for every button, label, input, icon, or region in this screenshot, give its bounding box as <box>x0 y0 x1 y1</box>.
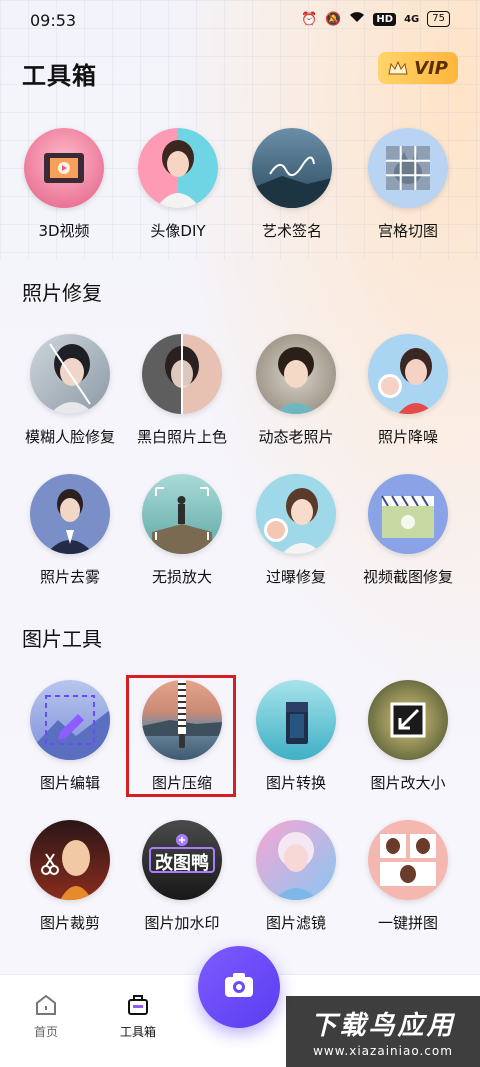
video-frame-icon <box>368 474 448 554</box>
tool-lossless-upscale[interactable]: 无损放大 <box>126 474 238 587</box>
old-photo-icon <box>256 334 336 414</box>
nav-toolbox[interactable]: 工具箱 <box>98 993 178 1040</box>
tool-label: 图片加水印 <box>144 914 220 932</box>
tool-label: 模糊人脸修复 <box>24 428 115 446</box>
tool-image-resize[interactable]: 图片改大小 <box>352 680 464 793</box>
film-3d-icon <box>24 128 104 208</box>
denoise-icon <box>368 334 448 414</box>
tool-art-signature[interactable]: 艺术签名 <box>236 128 348 241</box>
tool-label: 一键拼图 <box>377 914 438 932</box>
tool-label: 3D视频 <box>38 222 90 240</box>
tool-one-click-collage[interactable]: 一键拼图 <box>352 820 464 933</box>
watermark-add-icon: 改图鸭 <box>142 820 222 900</box>
tool-animate-old-photo[interactable]: 动态老照片 <box>240 334 352 447</box>
toolbox-icon <box>126 993 150 1017</box>
page-title: 工具箱 <box>22 62 97 90</box>
tool-label: 动态老照片 <box>258 428 334 446</box>
tool-label: 头像DIY <box>150 222 206 240</box>
crown-icon <box>388 61 408 75</box>
tool-3d-video[interactable]: 3D视频 <box>8 128 120 241</box>
tool-blur-face-repair[interactable]: 模糊人脸修复 <box>14 334 126 447</box>
tool-photo-denoise[interactable]: 照片降噪 <box>352 334 464 447</box>
edit-pencil-icon <box>30 680 110 760</box>
tool-label: 图片裁剪 <box>39 914 100 932</box>
tool-label: 无损放大 <box>151 568 212 586</box>
colorize-icon <box>142 334 222 414</box>
tool-image-convert[interactable]: 图片转换 <box>240 680 352 793</box>
signal-4g: 4G <box>404 13 420 25</box>
tool-label: 视频截图修复 <box>362 568 453 586</box>
upscale-icon <box>142 474 222 554</box>
tool-dehaze[interactable]: 照片去雾 <box>14 474 126 587</box>
grid-cut-icon <box>368 128 448 208</box>
selection-highlight-box <box>126 675 236 797</box>
watermark-title: 下载鸟应用 <box>310 1011 456 1041</box>
tool-image-crop[interactable]: 图片裁剪 <box>14 820 126 933</box>
tool-label: 艺术签名 <box>261 222 322 240</box>
tool-colorize-bw[interactable]: 黑白照片上色 <box>126 334 238 447</box>
collage-icon <box>368 820 448 900</box>
tool-label: 图片改大小 <box>370 774 446 792</box>
nav-label: 工具箱 <box>119 1025 156 1039</box>
exposure-icon <box>256 474 336 554</box>
nav-home[interactable]: 首页 <box>6 993 86 1040</box>
tool-grid-cut[interactable]: 宫格切图 <box>352 128 464 241</box>
camera-button[interactable] <box>198 946 280 1028</box>
vip-label: VIP <box>414 57 448 79</box>
dehaze-icon <box>30 474 110 554</box>
site-watermark: 下载鸟应用 www.xiazainiao.com <box>286 996 480 1067</box>
wifi-icon <box>349 11 365 27</box>
status-time: 09:53 <box>30 11 77 30</box>
avatar-portrait-icon <box>138 128 218 208</box>
tool-avatar-diy[interactable]: 头像DIY <box>122 128 234 241</box>
home-icon <box>34 993 58 1017</box>
tool-image-edit[interactable]: 图片编辑 <box>14 680 126 793</box>
convert-bottle-icon <box>256 680 336 760</box>
section-title-image-tools: 图片工具 <box>22 627 102 651</box>
mute-icon: 🔕 <box>325 11 342 27</box>
battery-indicator: 75 <box>427 11 450 27</box>
status-icons: ⏰ 🔕 HD 4G 75 <box>301 11 450 27</box>
tool-label: 照片降噪 <box>377 428 438 446</box>
tool-image-filter[interactable]: 图片滤镜 <box>240 820 352 933</box>
tool-label: 过曝修复 <box>265 568 326 586</box>
crop-scissors-icon <box>30 820 110 900</box>
status-bar: 09:53 ⏰ 🔕 HD 4G 75 <box>0 0 480 40</box>
tool-video-screenshot-fix[interactable]: 视频截图修复 <box>352 474 464 587</box>
watermark-overlay-text: 改图鸭 <box>155 853 209 874</box>
alarm-icon: ⏰ <box>301 11 318 27</box>
nav-label: 首页 <box>33 1025 58 1039</box>
resize-icon <box>368 680 448 760</box>
face-repair-icon <box>30 334 110 414</box>
tool-overexposure-fix[interactable]: 过曝修复 <box>240 474 352 587</box>
watermark-url: www.xiazainiao.com <box>313 1044 453 1058</box>
signature-art-icon <box>252 128 332 208</box>
tool-label: 照片去雾 <box>39 568 100 586</box>
tool-label: 宫格切图 <box>377 222 438 240</box>
tool-label: 图片滤镜 <box>265 914 326 932</box>
camera-icon <box>223 971 255 1003</box>
hd-badge: HD <box>373 12 397 26</box>
vip-button[interactable]: VIP <box>378 52 458 84</box>
section-title-photo-repair: 照片修复 <box>22 281 102 305</box>
tool-image-watermark[interactable]: 改图鸭 图片加水印 <box>126 820 238 933</box>
tool-label: 图片编辑 <box>39 774 100 792</box>
page-header: 工具箱 <box>22 56 97 91</box>
tool-label: 黑白照片上色 <box>136 428 227 446</box>
tool-label: 图片转换 <box>265 774 326 792</box>
filter-icon <box>256 820 336 900</box>
